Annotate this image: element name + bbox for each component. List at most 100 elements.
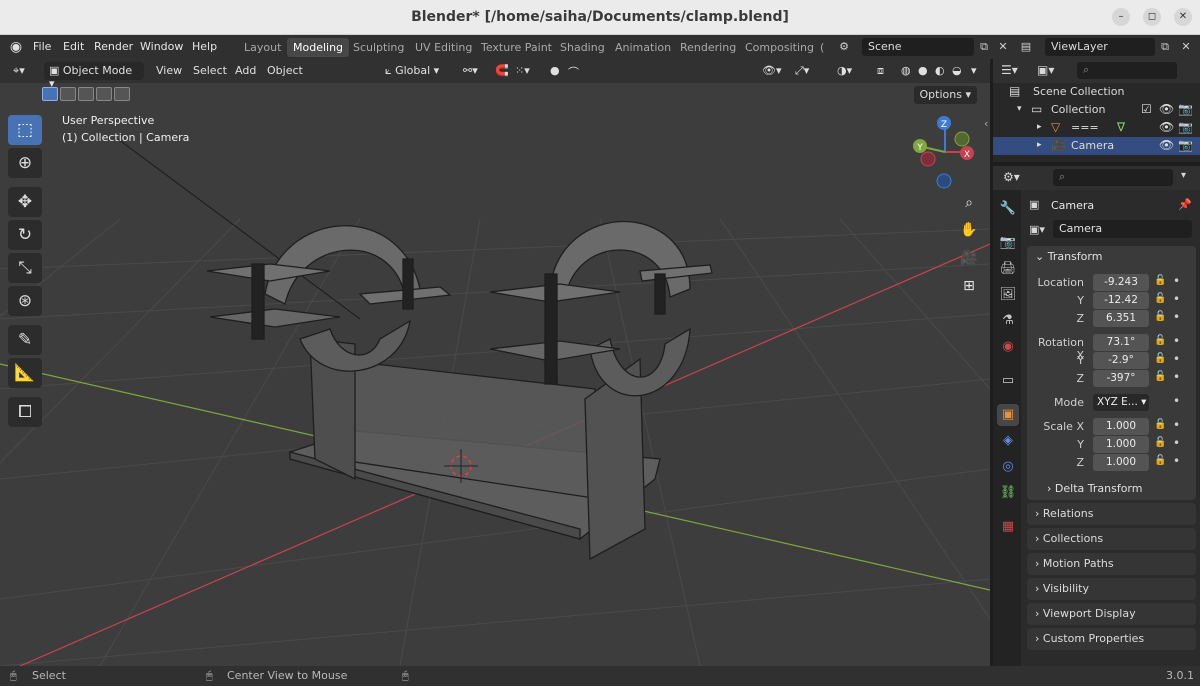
scene-name-field[interactable]: Scene xyxy=(862,38,974,56)
custom-properties-panel[interactable]: › Custom Properties xyxy=(1027,628,1196,650)
proportional-edit-icon[interactable]: ● xyxy=(545,62,565,80)
view-layer-browse-icon[interactable]: ▤ xyxy=(1018,39,1034,55)
minimize-icon[interactable]: – xyxy=(1112,8,1130,26)
location-x-field[interactable]: -9.243 xyxy=(1093,274,1149,291)
keyframe-dot-icon[interactable]: • xyxy=(1173,418,1180,432)
gizmo-toggle-icon[interactable]: ⤢▾ xyxy=(790,62,814,80)
maximize-icon[interactable]: ◻ xyxy=(1143,8,1161,26)
expand-arrow-icon[interactable]: ▸ xyxy=(1037,122,1042,132)
rotation-z-field[interactable]: -397° xyxy=(1093,370,1149,387)
3d-viewport[interactable]: Z X Y ⌖▾ ▣ Object Mode ▾ View Select Add… xyxy=(0,59,990,666)
rotation-mode-select[interactable]: XYZ E... ▾ xyxy=(1093,394,1149,411)
view-layer-copy-icon[interactable]: ⧉ xyxy=(1157,39,1173,55)
lock-icon[interactable]: 🔓 xyxy=(1154,437,1166,448)
lock-icon[interactable]: 🔓 xyxy=(1154,335,1166,346)
pin-icon[interactable]: 📌 xyxy=(1178,198,1192,211)
view-layer-tab-icon[interactable]: 🖼 xyxy=(997,284,1019,306)
tab-rendering[interactable]: Rendering xyxy=(674,38,742,57)
keyframe-dot-icon[interactable]: • xyxy=(1173,454,1180,468)
measure-tool-icon[interactable]: 📐 xyxy=(8,358,42,388)
output-tab-icon[interactable]: 🖨 xyxy=(997,258,1019,280)
lock-icon[interactable]: 🔓 xyxy=(1154,455,1166,466)
menu-render[interactable]: Render xyxy=(94,40,133,53)
properties-search-input[interactable]: ⌕ xyxy=(1053,169,1173,186)
tree-row-collection[interactable]: ▾ ▭ Collection ☑ 👁 📷 xyxy=(993,101,1200,119)
xray-icon[interactable]: ⧈ xyxy=(872,62,889,80)
location-y-field[interactable]: -12.42 xyxy=(1093,292,1149,309)
object-name-field[interactable]: Camera xyxy=(1053,220,1192,238)
scene-tab-icon[interactable]: ⚗ xyxy=(997,310,1019,332)
rotate-tool-icon[interactable]: ↻ xyxy=(8,220,42,250)
texture-tab-icon[interactable]: ▦ xyxy=(997,516,1019,538)
select-extend-icon[interactable] xyxy=(60,87,76,101)
shading-options-icon[interactable]: ▾ xyxy=(966,62,982,80)
outliner-editor-icon[interactable]: ☰▾ xyxy=(1001,63,1018,77)
camera-view-icon[interactable]: 🎥 xyxy=(958,247,980,269)
tool-tab-icon[interactable]: 🔧 xyxy=(997,198,1019,220)
sidebar-toggle-icon[interactable]: ‹ xyxy=(984,117,988,130)
expand-arrow-icon[interactable]: ▾ xyxy=(1017,104,1022,114)
menu-help[interactable]: Help xyxy=(192,40,217,53)
delta-transform-subpanel[interactable]: › Delta Transform xyxy=(1027,478,1196,500)
properties-editor-icon[interactable]: ⚙▾ xyxy=(1003,170,1020,184)
lock-icon[interactable]: 🔓 xyxy=(1154,371,1166,382)
move-tool-icon[interactable]: ✥ xyxy=(8,187,42,217)
view-layer-field[interactable]: ViewLayer xyxy=(1045,38,1155,56)
physics-tab-icon[interactable]: ◎ xyxy=(997,456,1019,478)
object-tab-icon[interactable]: ▣ xyxy=(997,404,1019,426)
relations-panel[interactable]: › Relations xyxy=(1027,503,1196,525)
tab-layout[interactable]: Layout xyxy=(238,38,287,57)
keyframe-dot-icon[interactable]: • xyxy=(1173,370,1180,384)
close-icon[interactable]: ✕ xyxy=(1174,8,1192,26)
camera-render-icon[interactable]: 📷 xyxy=(1178,138,1193,152)
select-intersect-icon[interactable] xyxy=(114,87,130,101)
eye-icon[interactable]: 👁 xyxy=(1159,102,1174,116)
snap-increment-icon[interactable]: ⁙▾ xyxy=(510,62,535,80)
lock-icon[interactable]: 🔓 xyxy=(1154,353,1166,364)
properties-options-icon[interactable]: ▾ xyxy=(1181,170,1186,181)
camera-render-icon[interactable]: 📷 xyxy=(1178,102,1193,116)
world-tab-icon[interactable]: ◉ xyxy=(997,336,1019,358)
lock-icon[interactable]: 🔓 xyxy=(1154,293,1166,304)
transform-panel-header[interactable]: ⌄ Transform xyxy=(1027,246,1196,268)
display-mode-icon[interactable]: ▣▾ xyxy=(1037,63,1054,77)
menu-window[interactable]: Window xyxy=(140,40,183,53)
keyframe-dot-icon[interactable]: • xyxy=(1173,352,1180,366)
select-box-tool-icon[interactable]: ⬚ xyxy=(8,115,42,145)
scale-z-field[interactable]: 1.000 xyxy=(1093,454,1149,471)
tab-sculpting[interactable]: Sculpting xyxy=(347,38,410,57)
outliner-search-input[interactable]: ⌕ xyxy=(1077,62,1177,79)
collections-panel[interactable]: › Collections xyxy=(1027,528,1196,550)
select-new-icon[interactable] xyxy=(42,87,58,101)
transform-orientation[interactable]: ⟀ Global ▾ xyxy=(380,62,444,80)
select-subtract-icon[interactable] xyxy=(78,87,94,101)
pan-hand-icon[interactable]: ✋ xyxy=(958,219,980,241)
blender-logo-icon[interactable]: ◉ xyxy=(8,39,24,55)
scene-collection-row[interactable]: ▤ Scene Collection xyxy=(993,83,1200,101)
collection-tab-icon[interactable]: ▭ xyxy=(997,370,1019,392)
viewport-display-panel[interactable]: › Viewport Display xyxy=(1027,603,1196,625)
tab-shading[interactable]: Shading xyxy=(554,38,611,57)
visibility-icon[interactable]: 👁▾ xyxy=(757,62,787,80)
keyframe-dot-icon[interactable]: • xyxy=(1173,394,1180,408)
scale-x-field[interactable]: 1.000 xyxy=(1093,418,1149,435)
menu-view[interactable]: View xyxy=(151,62,187,80)
menu-select[interactable]: Select xyxy=(188,62,232,80)
location-z-field[interactable]: 6.351 xyxy=(1093,310,1149,327)
menu-object[interactable]: Object xyxy=(262,62,308,80)
keyframe-dot-icon[interactable]: • xyxy=(1173,334,1180,348)
overlays-icon[interactable]: ◑▾ xyxy=(832,62,857,80)
zoom-icon[interactable]: ⌕ xyxy=(958,192,980,214)
editor-type-icon[interactable]: ⌖▾ xyxy=(8,62,30,80)
rotation-x-field[interactable]: 73.1° xyxy=(1093,334,1149,351)
keyframe-dot-icon[interactable]: • xyxy=(1173,436,1180,450)
shading-rendered-icon[interactable]: ◒ xyxy=(947,62,967,80)
scale-tool-icon[interactable]: ⤡ xyxy=(8,253,42,283)
scale-y-field[interactable]: 1.000 xyxy=(1093,436,1149,453)
view-layer-delete-icon[interactable]: ✕ xyxy=(1178,39,1194,55)
lock-icon[interactable]: 🔓 xyxy=(1154,275,1166,286)
transform-tool-icon[interactable]: ⊛ xyxy=(8,286,42,316)
constraints-tab-icon[interactable]: ⛓ xyxy=(997,482,1019,504)
motion-paths-panel[interactable]: › Motion Paths xyxy=(1027,553,1196,575)
render-tab-icon[interactable]: 📷 xyxy=(997,232,1019,254)
